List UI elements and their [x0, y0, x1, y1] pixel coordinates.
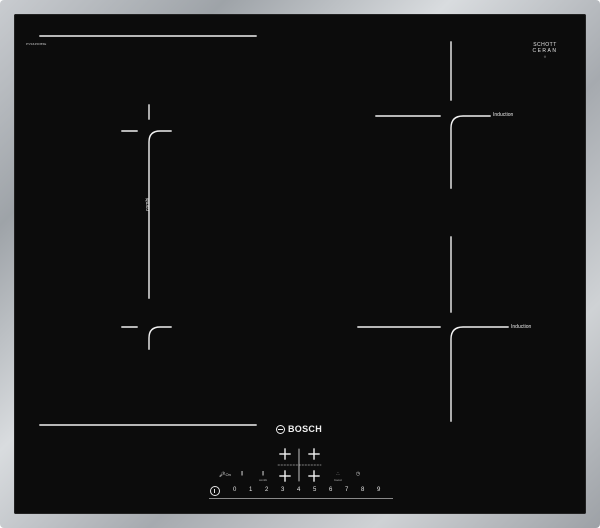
bosch-logo: BOSCH [276, 424, 322, 434]
bosch-wordmark: BOSCH [288, 424, 323, 434]
power-icon[interactable] [210, 486, 220, 496]
induction-front-label: Induction [511, 324, 532, 330]
power-level-7[interactable]: 7 [345, 487, 348, 493]
power-level-1[interactable]: 1 [249, 487, 252, 493]
boost-icon: ∴ [336, 471, 340, 477]
power-level-3[interactable]: 3 [281, 487, 284, 493]
combi-caption: combi [258, 478, 267, 482]
panboost-button[interactable]: ⫼ [236, 471, 248, 477]
power-level-4[interactable]: 4 [297, 487, 300, 493]
combi-bottom-corner [148, 326, 172, 350]
bosch-armature-icon [276, 424, 285, 434]
power-level-6[interactable]: 6 [329, 487, 332, 493]
induction-rear-label: Induction [493, 112, 514, 118]
power-level-9[interactable]: 9 [377, 487, 380, 493]
zone-select-keys [277, 448, 322, 482]
timer-button[interactable]: ◷ [352, 471, 364, 477]
zone-markings [39, 35, 509, 482]
power-level-2[interactable]: 2 [265, 487, 268, 493]
clock-icon: ◷ [355, 471, 361, 477]
boost-button[interactable]: ∴ boost [331, 471, 345, 482]
slider-track [209, 498, 393, 499]
boost-caption: boost [334, 478, 342, 482]
induction-front-corner [450, 326, 509, 422]
power-level-slider[interactable]: 0 1 2 3 4 5 6 7 8 9 [209, 486, 393, 499]
panboost-icon: ⫼ [240, 471, 244, 477]
childlock-button[interactable]: 🔑︎On [216, 472, 234, 478]
combi-button[interactable]: ⫼ combi [256, 471, 270, 482]
induction-rear-corner [450, 115, 491, 189]
combi-icon: ⫼ [261, 471, 265, 477]
combi-zone-label: combi [145, 197, 151, 211]
power-level-5[interactable]: 5 [313, 487, 316, 493]
power-level-0[interactable]: 0 [233, 487, 236, 493]
childlock-text: On [225, 472, 231, 477]
power-level-8[interactable]: 8 [361, 487, 364, 493]
combi-left-edge [148, 130, 172, 299]
